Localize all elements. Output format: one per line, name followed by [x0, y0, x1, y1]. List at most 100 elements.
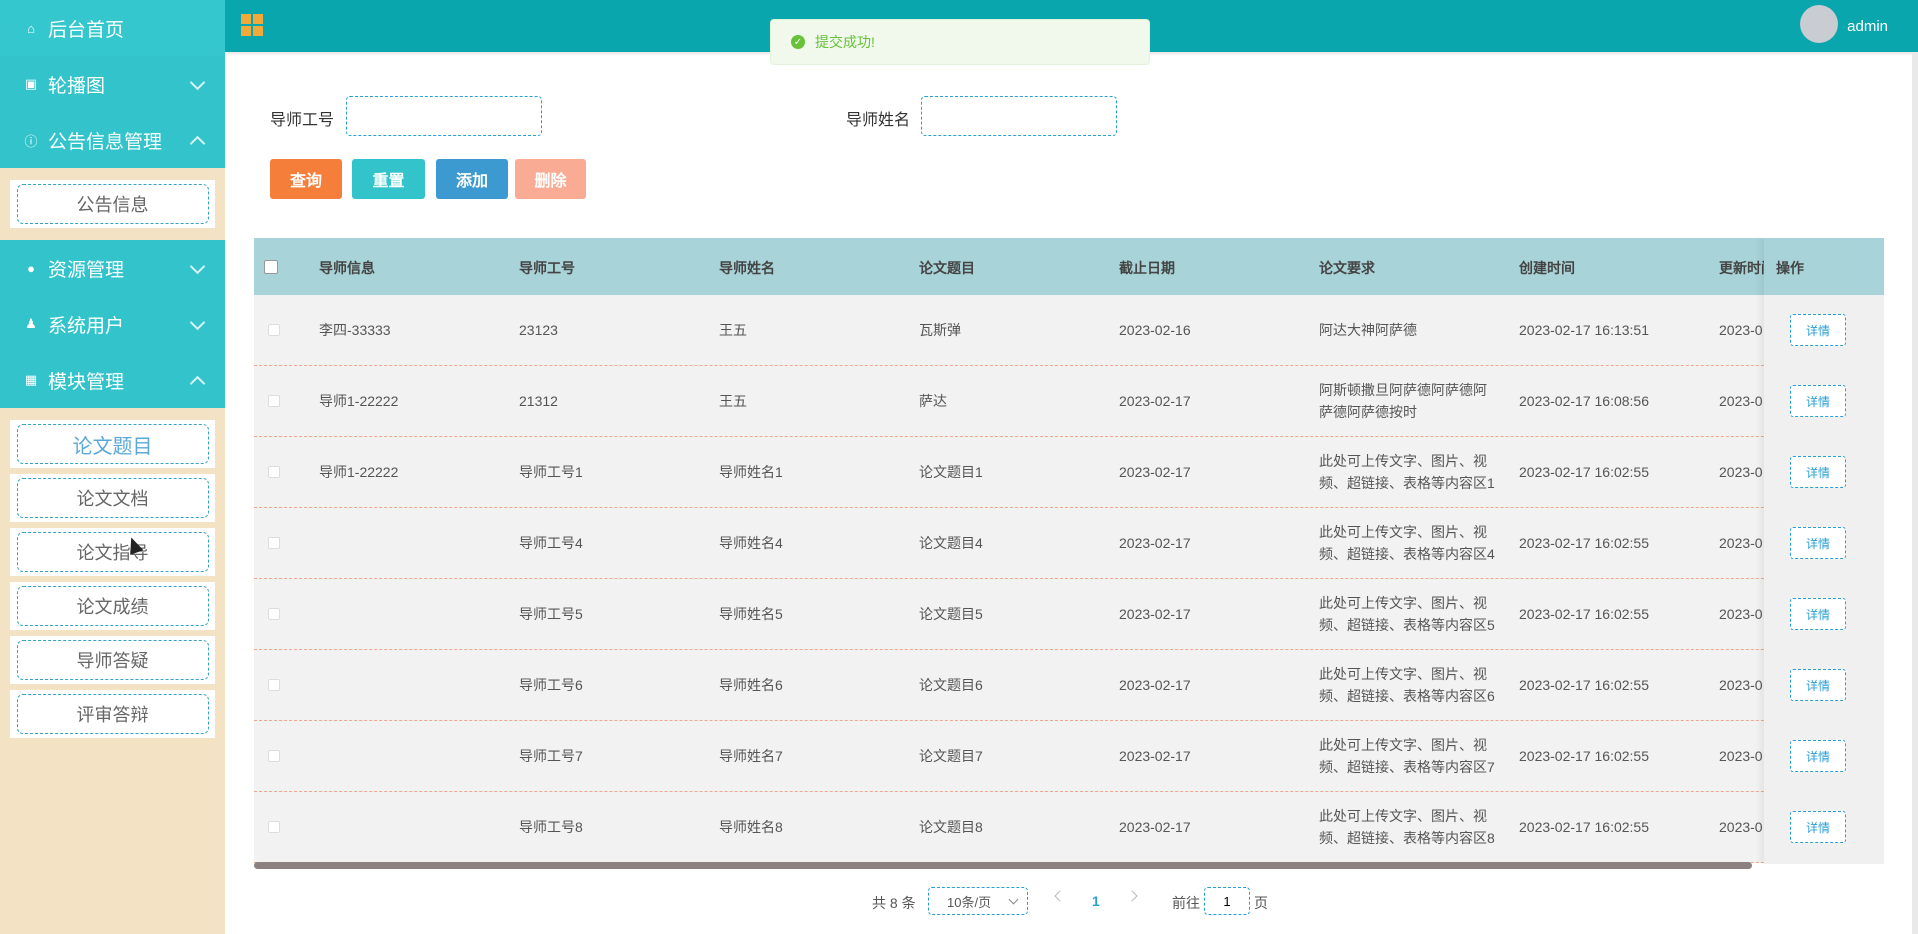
- cell-name: 导师姓名4: [719, 535, 783, 551]
- avatar[interactable]: [1800, 5, 1838, 43]
- table-row[interactable]: 导师工号7 导师姓名7 论文题目7 2023-02-17 此处可上传文字、图片、视 频、超…: [254, 721, 1884, 792]
- sub-item-thesis-document[interactable]: 论文文档: [10, 474, 215, 522]
- current-page[interactable]: 1: [1092, 893, 1100, 909]
- table-row[interactable]: 导师1-22222 21312 王五 萨达 2023-02-17 阿斯顿撒旦阿萨德阿萨德阿…: [254, 366, 1884, 437]
- row-checkbox[interactable]: [268, 821, 280, 833]
- tutor-name-input[interactable]: [921, 96, 1117, 136]
- sub-item-label: 评审答辩: [16, 694, 209, 734]
- chevron-down-icon: [189, 258, 206, 275]
- tutor-id-input[interactable]: [346, 96, 542, 136]
- cell-name: 导师姓名5: [719, 606, 783, 622]
- cell-created: 2023-02-17 16:13:51: [1519, 322, 1649, 338]
- goto-page-input[interactable]: [1204, 887, 1250, 915]
- col-tutor-name: 导师姓名: [719, 260, 775, 276]
- add-button[interactable]: 添加: [436, 159, 508, 199]
- col-thesis-topic: 论文题目: [919, 260, 975, 276]
- detail-button[interactable]: 详情: [1790, 456, 1846, 488]
- sub-item-thesis-topic[interactable]: 论文题目: [10, 420, 215, 468]
- cell-requirement: 阿斯顿撒旦阿萨德阿萨德阿 萨德阿萨德按时: [1319, 379, 1487, 423]
- next-page-icon[interactable]: [1126, 890, 1138, 902]
- prev-page-icon[interactable]: [1054, 890, 1066, 902]
- query-button[interactable]: 查询: [270, 159, 342, 199]
- row-checkbox[interactable]: [268, 466, 280, 478]
- table-row[interactable]: 导师1-22222 导师工号1 导师姓名1 论文题目1 2023-02-17 此处可上传文…: [254, 437, 1884, 508]
- cell-deadline: 2023-02-17: [1119, 677, 1191, 693]
- cell-name: 导师姓名7: [719, 748, 783, 764]
- vertical-scrollbar[interactable]: [1912, 52, 1918, 934]
- page-size-value: 10条/页: [947, 894, 992, 910]
- row-checkbox[interactable]: [268, 608, 280, 620]
- row-checkbox[interactable]: [268, 324, 280, 336]
- cell-updated: 2023-0: [1719, 464, 1763, 480]
- detail-button[interactable]: 详情: [1790, 598, 1846, 630]
- menu-notice-management[interactable]: ⓘ 公告信息管理: [0, 112, 225, 168]
- row-checkbox[interactable]: [268, 679, 280, 691]
- picture-icon: ▣: [24, 76, 38, 91]
- data-table: 导师信息 导师工号 导师姓名 论文题目 截止日期 论文要求 创建时间 更新时间 …: [254, 238, 1884, 864]
- grid-icon: ▦: [24, 372, 38, 387]
- user-name[interactable]: admin: [1847, 18, 1888, 35]
- row-checkbox[interactable]: [268, 750, 280, 762]
- cell-requirement: 此处可上传文字、图片、视 频、超链接、表格等内容区1: [1319, 450, 1495, 494]
- requirement-line: 阿达大神阿萨德: [1319, 322, 1417, 338]
- page-size-select[interactable]: 10条/页: [928, 887, 1028, 915]
- detail-button[interactable]: 详情: [1790, 385, 1846, 417]
- detail-button[interactable]: 详情: [1790, 314, 1846, 346]
- requirement-line: 此处可上传文字、图片、视: [1319, 524, 1487, 540]
- requirement-line: 频、超链接、表格等内容区4: [1319, 546, 1495, 562]
- requirement-line: 频、超链接、表格等内容区7: [1319, 759, 1495, 775]
- detail-button[interactable]: 详情: [1790, 527, 1846, 559]
- col-deadline: 截止日期: [1119, 260, 1175, 276]
- menu-resource-management[interactable]: ● 资源管理: [0, 240, 225, 296]
- requirement-line: 此处可上传文字、图片、视: [1319, 737, 1487, 753]
- cell-deadline: 2023-02-17: [1119, 748, 1191, 764]
- table-row[interactable]: 导师工号8 导师姓名8 论文题目8 2023-02-17 此处可上传文字、图片、视 频、超…: [254, 792, 1884, 863]
- row-checkbox[interactable]: [268, 395, 280, 407]
- col-tutor-id: 导师工号: [519, 260, 575, 276]
- detail-button[interactable]: 详情: [1790, 669, 1846, 701]
- sub-item-thesis-score[interactable]: 论文成绩: [10, 582, 215, 630]
- cell-updated: 2023-0: [1719, 819, 1763, 835]
- sub-item-label: 导师答疑: [16, 640, 209, 680]
- operation-column: 操作 详情 详情 详情 详情 详情 详情 详情 详情: [1764, 238, 1884, 864]
- select-all-checkbox[interactable]: [264, 260, 278, 274]
- table-row[interactable]: 李四-33333 23123 王五 瓦斯弹 2023-02-16 阿达大神阿萨德 2023-…: [254, 295, 1884, 366]
- cell-requirement: 此处可上传文字、图片、视 频、超链接、表格等内容区7: [1319, 734, 1495, 778]
- menu-home[interactable]: ⌂ 后台首页: [0, 0, 225, 56]
- sub-item-notice[interactable]: 公告信息: [10, 180, 215, 228]
- delete-button[interactable]: 删除: [515, 159, 586, 199]
- horizontal-scrollbar[interactable]: [254, 862, 1752, 869]
- table-row[interactable]: 导师工号4 导师姓名4 论文题目4 2023-02-17 此处可上传文字、图片、视 频、超…: [254, 508, 1884, 579]
- cell-name: 王五: [719, 393, 747, 409]
- sub-item-thesis-guidance[interactable]: 论文指导: [10, 528, 215, 576]
- menu-label: 系统用户: [48, 315, 125, 337]
- cell-updated: 2023-0: [1719, 748, 1763, 764]
- detail-button[interactable]: 详情: [1790, 811, 1846, 843]
- module-submenu: 论文题目 论文文档 论文指导 论文成绩 导师答疑 评审答辩: [0, 408, 225, 750]
- table-row[interactable]: 导师工号5 导师姓名5 论文题目5 2023-02-17 此处可上传文字、图片、视 频、超…: [254, 579, 1884, 650]
- row-checkbox[interactable]: [268, 537, 280, 549]
- cell-topic: 论文题目1: [919, 464, 983, 480]
- menu-module-management[interactable]: ▦ 模块管理: [0, 352, 225, 408]
- cell-topic: 论文题目6: [919, 677, 983, 693]
- check-circle-icon: ✓: [791, 35, 805, 49]
- sub-item-label: 论文文档: [16, 478, 209, 518]
- requirement-line: 阿斯顿撒旦阿萨德阿萨德阿: [1319, 382, 1487, 398]
- cell-created: 2023-02-17 16:02:55: [1519, 677, 1649, 693]
- menu-carousel[interactable]: ▣ 轮播图: [0, 56, 225, 112]
- menu-system-users[interactable]: ♟ 系统用户: [0, 296, 225, 352]
- sub-item-label: 论文指导: [16, 532, 209, 572]
- cell-deadline: 2023-02-17: [1119, 606, 1191, 622]
- sub-item-review-defense[interactable]: 评审答辩: [10, 690, 215, 738]
- reset-button[interactable]: 重置: [352, 159, 425, 199]
- cell-requirement: 阿达大神阿萨德: [1319, 319, 1417, 341]
- table-row[interactable]: 导师工号6 导师姓名6 论文题目6 2023-02-17 此处可上传文字、图片、视 频、超…: [254, 650, 1884, 721]
- sub-item-tutor-qa[interactable]: 导师答疑: [10, 636, 215, 684]
- detail-button[interactable]: 详情: [1790, 740, 1846, 772]
- chevron-up-icon: [189, 135, 206, 152]
- requirement-line: 此处可上传文字、图片、视: [1319, 453, 1487, 469]
- chevron-down-icon: [1008, 894, 1019, 905]
- cell-topic: 论文题目7: [919, 748, 983, 764]
- cell-updated: 2023-0: [1719, 393, 1763, 409]
- col-tutor-info: 导师信息: [319, 260, 375, 276]
